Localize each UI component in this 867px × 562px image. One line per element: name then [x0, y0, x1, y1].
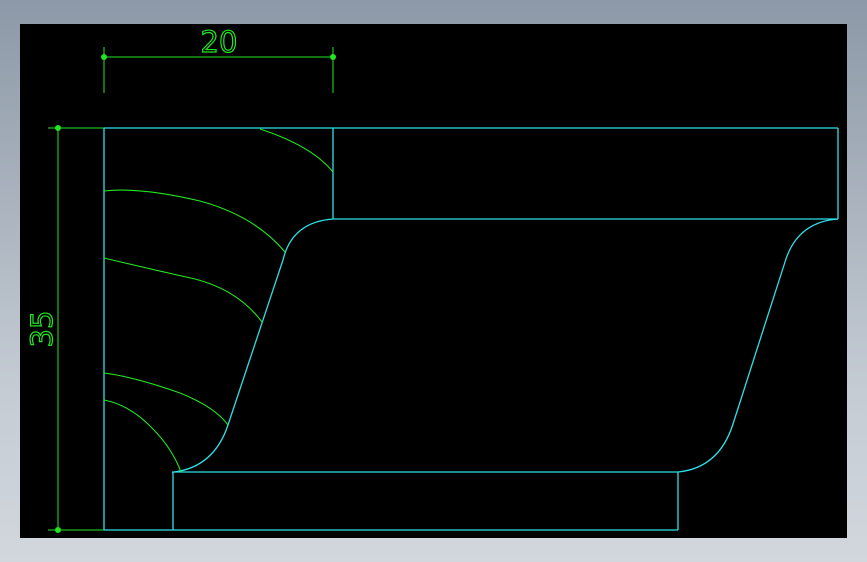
hatch-line-3: [103, 257, 263, 323]
dimension-horizontal: 20: [101, 24, 336, 93]
dimension-horizontal-tick-right: [330, 54, 336, 60]
dimension-horizontal-text: 20: [201, 25, 238, 59]
hatch-lines: [103, 128, 334, 473]
hatch-line-2: [103, 189, 286, 253]
cad-drawing: 20 35: [24, 24, 839, 533]
dimension-vertical-text: 35: [25, 311, 59, 348]
profile-right-cove: [677, 218, 839, 473]
hatch-line-4: [103, 372, 229, 426]
profile-left-cove: [173, 218, 334, 473]
hatch-line-1: [259, 128, 334, 173]
hatch-line-5: [103, 399, 182, 473]
dimension-horizontal-tick-left: [101, 54, 107, 60]
dimension-vertical: 35: [24, 125, 104, 533]
profile-outline: [103, 127, 839, 531]
dimension-vertical-tick-top: [55, 125, 61, 131]
dimension-vertical-tick-bottom: [55, 527, 61, 533]
